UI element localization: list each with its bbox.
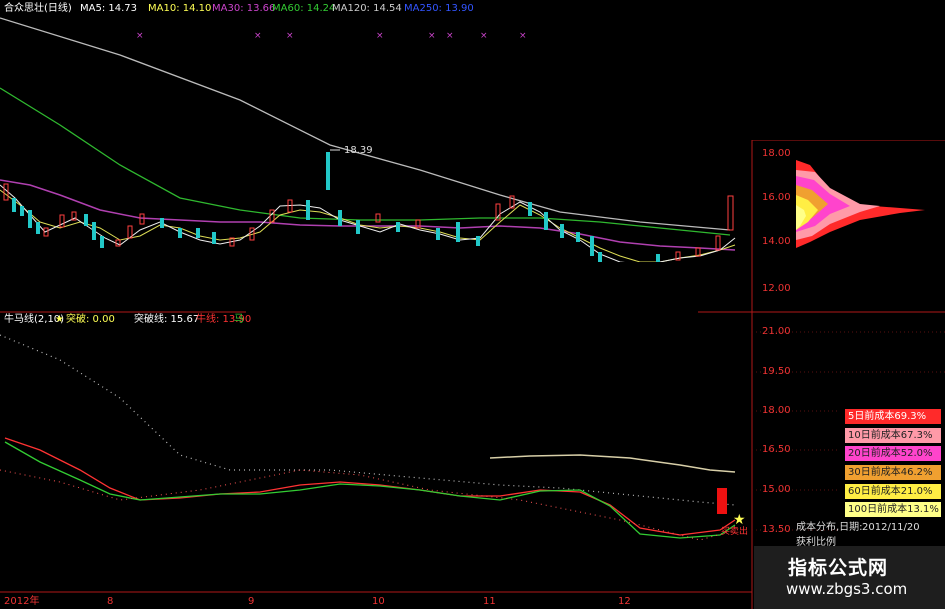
stock-chart: × × × × × × × × ★ 合众思壮(日线) MA5: 14.73 MA10: 1… — [0, 0, 945, 609]
mask-panel-middle — [246, 262, 698, 344]
ma30-label: MA30: 13.66 — [212, 3, 276, 14]
svg-text:×: × — [446, 31, 454, 41]
bull-dotted-line — [0, 469, 736, 541]
svg-text:×: × — [376, 31, 384, 41]
star-icon: ★ — [55, 314, 64, 325]
ma30-line — [0, 179, 736, 251]
upper-axis-tick: 12.00 — [762, 283, 791, 294]
lower-axis-tick: 16.50 — [762, 444, 791, 455]
breakout-line-label: 突破线: 15.67 — [134, 314, 200, 325]
peak-price-label: 18.39 — [344, 145, 373, 156]
upper-axis-tick: 18.00 — [762, 148, 791, 159]
x-axis-tick: 8 — [107, 596, 114, 607]
ma120-label: MA120: 14.54 — [332, 3, 402, 14]
ma250-label: MA250: 13.90 — [404, 3, 474, 14]
sell-signal-bar — [717, 488, 727, 514]
ma60-label: MA60: 14.24 — [272, 3, 336, 14]
upper-axis-tick: 16.00 — [762, 192, 791, 203]
svg-text:×: × — [480, 31, 488, 41]
svg-text:×: × — [254, 31, 262, 41]
cost-100day-box: 100日前成本13.1% — [845, 502, 941, 517]
cost-30day-box: 30日前成本46.2% — [845, 465, 941, 480]
svg-text:×: × — [286, 31, 294, 41]
lower-axis-tick: 21.00 — [762, 326, 791, 337]
x-axis-tick: 11 — [483, 596, 496, 607]
signal-markers: × × × × × × × × — [136, 31, 527, 41]
candlesticks — [3, 152, 734, 264]
lower-axis-tick: 13.50 — [762, 524, 791, 535]
mask-panel-top — [535, 0, 945, 140]
cost-10day-box: 10日前成本67.3% — [845, 428, 941, 443]
cost-distribution-chart — [796, 160, 925, 248]
breakout-label: 突破: 0.00 — [66, 314, 115, 325]
x-axis-tick: 2012年 — [4, 596, 40, 607]
lower-axis-tick: 15.00 — [762, 484, 791, 495]
ma5-label: MA5: 14.73 — [80, 3, 138, 14]
cost-date-value: 2012/11/20 — [862, 522, 920, 533]
cost-60day-box: 60日前成本21.0% — [845, 484, 941, 499]
x-axis-tick: 9 — [248, 596, 255, 607]
cost-20day-box: 20日前成本52.0% — [845, 446, 941, 461]
cost-5day-box: 5日前成本69.3% — [845, 409, 941, 424]
horse-line-label: 马 — [234, 314, 244, 325]
stock-name-label: 合众思壮(日线) — [4, 3, 72, 14]
svg-text:×: × — [519, 31, 527, 41]
sell-signal-label: 买卖出 — [721, 527, 749, 537]
x-axis-tick: 12 — [618, 596, 631, 607]
lower-axis-tick: 18.00 — [762, 405, 791, 416]
breakout-dotted-line — [0, 334, 736, 506]
watermark-url: www.zbgs3.com — [786, 580, 908, 598]
ma10-label: MA10: 14.10 — [148, 3, 212, 14]
lower-axis-tick: 19.50 — [762, 366, 791, 377]
svg-text:×: × — [136, 31, 144, 41]
watermark-title: 指标公式网 — [788, 557, 889, 579]
x-axis-tick: 10 — [372, 596, 385, 607]
cost-date-label: 成本分布,日期: — [796, 522, 863, 533]
breakout-line — [489, 454, 736, 473]
svg-text:×: × — [428, 31, 436, 41]
upper-axis-tick: 14.00 — [762, 236, 791, 247]
ma10-line — [0, 189, 736, 263]
